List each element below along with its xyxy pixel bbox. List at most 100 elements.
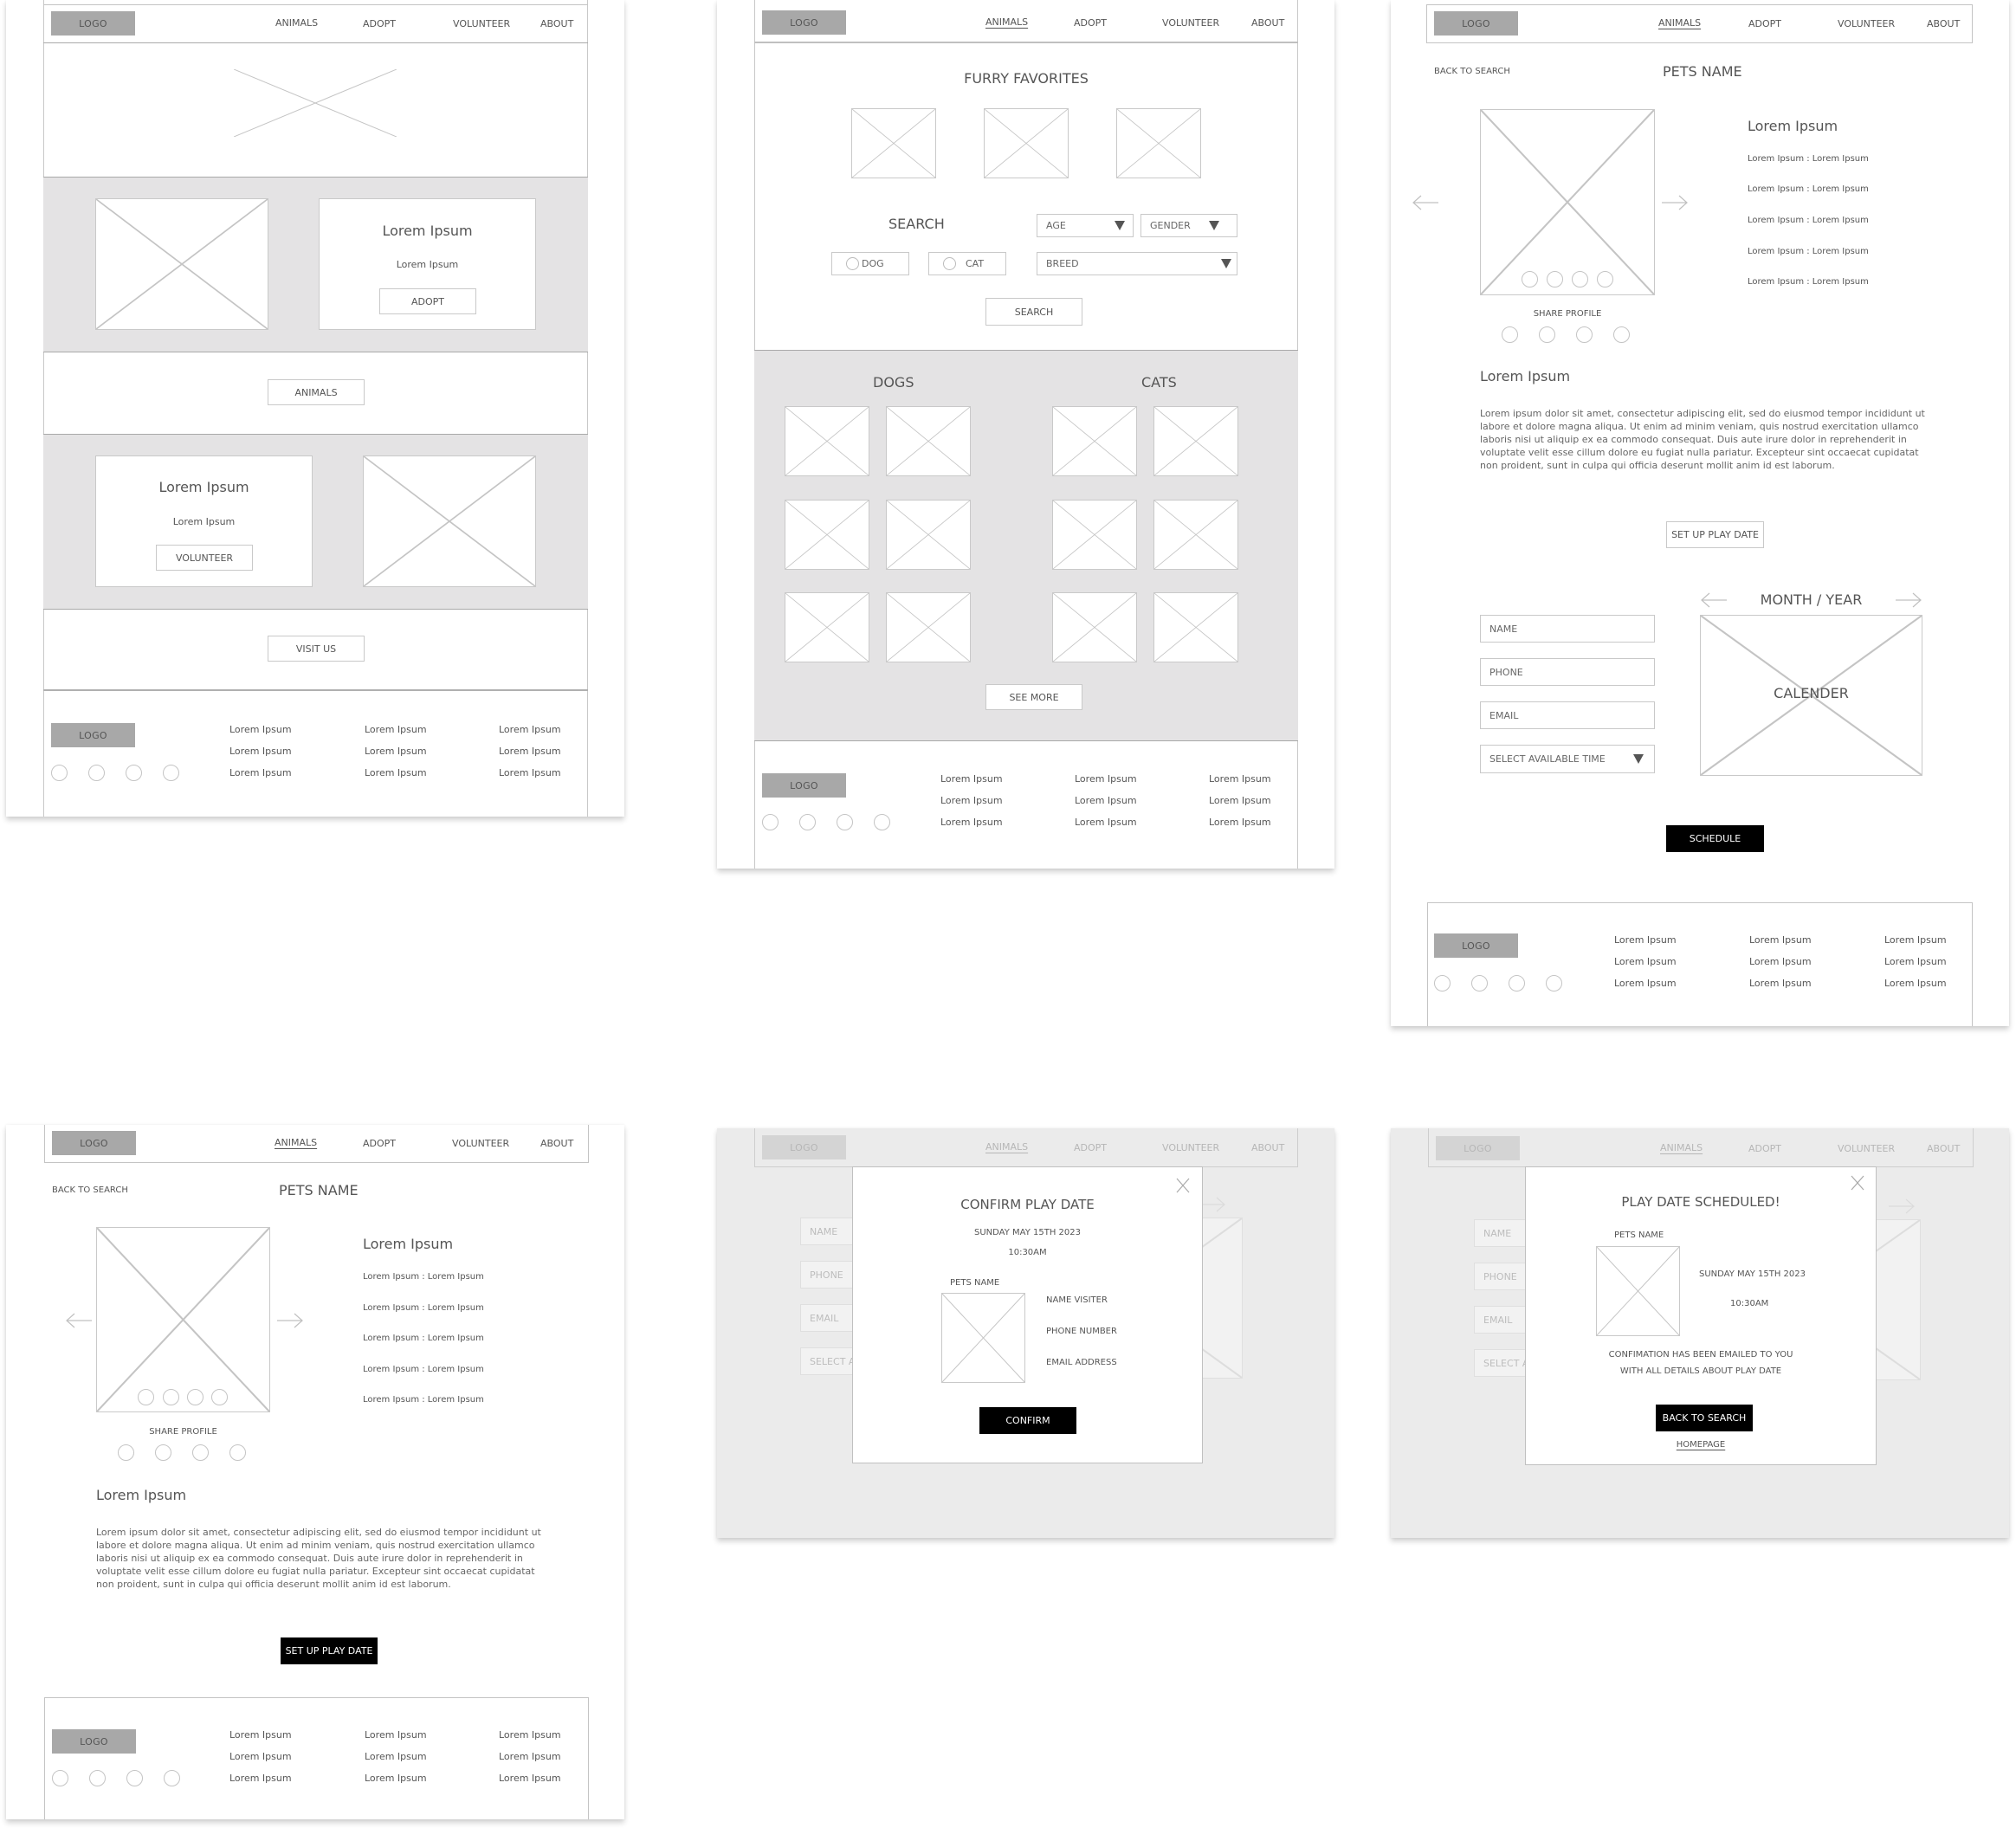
footer-link[interactable]: Lorem Ipsum [229, 1729, 292, 1741]
share-icon[interactable] [1613, 326, 1630, 343]
carousel-dot[interactable] [163, 1389, 179, 1405]
cat-result-image[interactable] [1052, 592, 1137, 662]
nav-adopt[interactable]: ADOPT [363, 1138, 396, 1149]
footer-logo[interactable]: LOGO [52, 1729, 136, 1754]
footer-link[interactable]: Lorem Ipsum [1209, 817, 1271, 828]
footer-link[interactable]: Lorem Ipsum [940, 773, 1003, 785]
footer-link[interactable]: Lorem Ipsum [229, 724, 292, 735]
footer-link[interactable]: Lorem Ipsum [1884, 978, 1947, 989]
footer-link[interactable]: Lorem Ipsum [499, 724, 561, 735]
footer-link[interactable]: Lorem Ipsum [1075, 817, 1137, 828]
logo[interactable]: LOGO [51, 11, 135, 36]
calendar-placeholder[interactable]: CALENDER [1700, 615, 1922, 776]
social-icon[interactable] [1546, 975, 1562, 992]
footer-link[interactable]: Lorem Ipsum [499, 1773, 561, 1784]
close-icon[interactable] [1176, 1178, 1190, 1193]
footer-link[interactable]: Lorem Ipsum [365, 746, 427, 757]
carousel-dot[interactable] [1547, 271, 1563, 287]
footer-logo[interactable]: LOGO [1434, 933, 1518, 958]
adopt-button[interactable]: ADOPT [379, 288, 476, 314]
footer-link[interactable]: Lorem Ipsum [499, 746, 561, 757]
dog-result-image[interactable] [886, 500, 971, 570]
back-to-search-link[interactable]: BACK TO SEARCH [52, 1185, 128, 1195]
footer-link[interactable]: Lorem Ipsum [365, 1773, 427, 1784]
social-icon[interactable] [51, 765, 68, 781]
social-icon[interactable] [1471, 975, 1488, 992]
social-icon[interactable] [874, 814, 890, 830]
footer-link[interactable]: Lorem Ipsum [1749, 956, 1812, 967]
nav-adopt[interactable]: ADOPT [1748, 18, 1781, 29]
footer-link[interactable]: Lorem Ipsum [365, 767, 427, 778]
footer-link[interactable]: Lorem Ipsum [229, 1751, 292, 1762]
favorite-pet-image[interactable] [1116, 108, 1201, 178]
footer-link[interactable]: Lorem Ipsum [229, 1773, 292, 1784]
nav-adopt[interactable]: ADOPT [1074, 17, 1107, 29]
footer-link[interactable]: Lorem Ipsum [1209, 773, 1271, 785]
next-photo-arrow-icon[interactable] [1661, 194, 1689, 211]
nav-volunteer[interactable]: VOLUNTEER [1838, 18, 1895, 29]
phone-input[interactable]: PHONE [1480, 658, 1655, 686]
search-button[interactable]: SEARCH [985, 298, 1082, 326]
homepage-link[interactable]: HOMEPAGE [1526, 1440, 1876, 1450]
social-icon[interactable] [163, 765, 179, 781]
dog-result-image[interactable] [785, 500, 869, 570]
share-icon[interactable] [118, 1444, 134, 1461]
footer-link[interactable]: Lorem Ipsum [1749, 934, 1812, 946]
nav-about[interactable]: ABOUT [1251, 17, 1284, 29]
back-to-search-button[interactable]: BACK TO SEARCH [1656, 1405, 1753, 1431]
volunteer-button[interactable]: VOLUNTEER [156, 545, 253, 571]
nav-volunteer[interactable]: VOLUNTEER [1162, 17, 1219, 29]
email-input[interactable]: EMAIL [1480, 701, 1655, 729]
cat-radio[interactable] [943, 257, 956, 270]
footer-link[interactable]: Lorem Ipsum [229, 746, 292, 757]
share-icon[interactable] [155, 1444, 171, 1461]
set-up-play-date-button[interactable]: SET UP PLAY DATE [281, 1637, 378, 1664]
favorite-pet-image[interactable] [851, 108, 936, 178]
footer-link[interactable]: Lorem Ipsum [940, 795, 1003, 806]
footer-link[interactable]: Lorem Ipsum [365, 1729, 427, 1741]
social-icon[interactable] [126, 1770, 143, 1786]
carousel-dot[interactable] [187, 1389, 204, 1405]
nav-about[interactable]: ABOUT [540, 1138, 573, 1149]
nav-about[interactable]: ABOUT [1927, 18, 1960, 29]
footer-link[interactable]: Lorem Ipsum [1075, 773, 1137, 785]
carousel-dot[interactable] [211, 1389, 228, 1405]
carousel-dot[interactable] [1572, 271, 1588, 287]
cat-result-image[interactable] [1153, 500, 1238, 570]
footer-link[interactable]: Lorem Ipsum [1614, 978, 1677, 989]
nav-animals[interactable]: ANIMALS [1658, 17, 1701, 29]
breed-select[interactable]: BREED [1037, 252, 1237, 275]
back-to-search-link[interactable]: BACK TO SEARCH [1434, 67, 1510, 76]
social-icon[interactable] [1434, 975, 1451, 992]
dog-radio-option[interactable]: DOG [831, 252, 909, 275]
previous-photo-arrow-icon[interactable] [65, 1312, 93, 1329]
carousel-dot[interactable] [1597, 271, 1613, 287]
footer-link[interactable]: Lorem Ipsum [1614, 934, 1677, 946]
nav-animals[interactable]: ANIMALS [275, 1137, 317, 1148]
share-icon[interactable] [1576, 326, 1593, 343]
social-icon[interactable] [88, 765, 105, 781]
gender-select[interactable]: GENDER [1140, 214, 1237, 237]
see-more-button[interactable]: SEE MORE [985, 684, 1082, 710]
social-icon[interactable] [762, 814, 779, 830]
close-icon[interactable] [1851, 1175, 1864, 1191]
dog-result-image[interactable] [785, 406, 869, 476]
footer-link[interactable]: Lorem Ipsum [1614, 956, 1677, 967]
footer-logo[interactable]: LOGO [51, 723, 135, 747]
cat-radio-option[interactable]: CAT [928, 252, 1006, 275]
footer-logo[interactable]: LOGO [762, 773, 846, 798]
dog-result-image[interactable] [886, 406, 971, 476]
next-month-arrow-icon[interactable] [1895, 591, 1922, 609]
nav-adopt[interactable]: ADOPT [363, 18, 396, 29]
visit-us-button[interactable]: VISIT US [268, 636, 365, 662]
set-up-play-date-button[interactable]: SET UP PLAY DATE [1666, 521, 1764, 548]
time-select[interactable]: SELECT AVAILABLE TIME [1480, 745, 1655, 773]
confirm-button[interactable]: CONFIRM [979, 1407, 1076, 1434]
logo[interactable]: LOGO [762, 10, 846, 35]
footer-link[interactable]: Lorem Ipsum [1749, 978, 1812, 989]
social-icon[interactable] [164, 1770, 180, 1786]
schedule-button[interactable]: SCHEDULE [1666, 825, 1764, 852]
dog-radio[interactable] [846, 257, 859, 270]
nav-animals[interactable]: ANIMALS [275, 17, 318, 29]
social-icon[interactable] [837, 814, 853, 830]
